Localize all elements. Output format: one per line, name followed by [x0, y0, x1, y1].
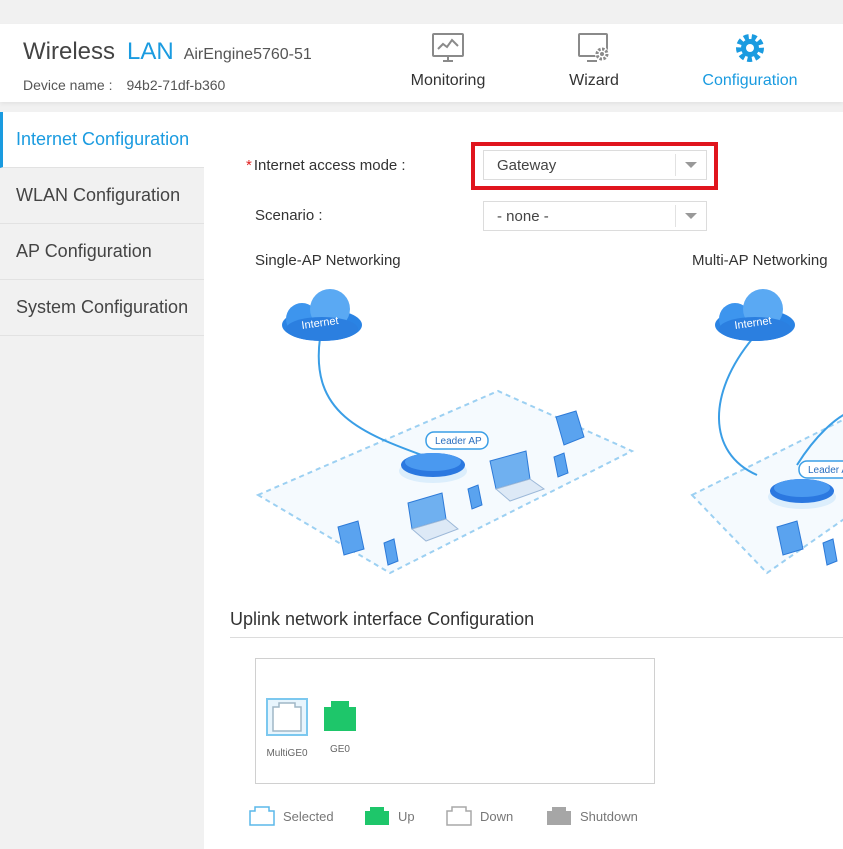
legend-up: Up [364, 806, 415, 828]
scenario-value: - none - [497, 208, 549, 225]
nav-configuration[interactable]: Configuration [685, 32, 815, 90]
legend-selected: Selected [249, 806, 334, 828]
device-name-label: Device name : [23, 77, 113, 93]
brand-wireless: Wireless [23, 38, 116, 65]
main-content: * Internet access mode : Gateway Scenario… [204, 112, 843, 849]
access-mode-label: * Internet access mode : [246, 157, 406, 174]
port-label: MultiGE0 [266, 748, 308, 759]
single-ap-diagram: Internet Leader AP [230, 283, 641, 581]
access-mode-value: Gateway [497, 157, 557, 174]
brand-title: Wireless LAN AirEngine5760-51 [23, 38, 312, 66]
selected-port-icon [249, 806, 275, 826]
nav-wizard[interactable]: Wizard [529, 32, 659, 90]
leader-ap-label: Leader A [808, 465, 843, 476]
selected-port-icon [266, 698, 308, 736]
shutdown-port-icon [547, 807, 571, 825]
legend-label: Shutdown [580, 808, 638, 824]
port-multige0[interactable]: MultiGE0 [265, 697, 309, 759]
scenario-label: Scenario : [255, 207, 323, 224]
select-divider [675, 154, 676, 176]
up-port-icon [365, 807, 389, 825]
monitor-gear-icon [578, 33, 609, 62]
uplink-section-title: Uplink network interface Configuration [230, 609, 535, 629]
access-mode-select[interactable]: Gateway [483, 150, 707, 180]
device-name: Device name : 94b2-71df-b360 [23, 77, 225, 93]
sidebar-item-label: WLAN Configuration [16, 185, 181, 205]
multi-ap-diagram: Internet Leader A [667, 283, 843, 581]
legend-label: Selected [283, 808, 334, 824]
legend-shutdown: Shutdown [546, 806, 638, 828]
chevron-down-icon [685, 213, 697, 219]
chevron-down-icon [685, 162, 697, 168]
sidebar-item-system-configuration[interactable]: System Configuration [0, 280, 204, 336]
multi-ap-title: Multi-AP Networking [692, 252, 828, 269]
section-divider [230, 637, 843, 638]
scenario-select[interactable]: - none - [483, 201, 707, 231]
device-name-value: 94b2-71df-b360 [126, 77, 226, 93]
legend-down: Down [446, 806, 513, 828]
down-port-icon [446, 806, 472, 826]
nav-monitoring-label: Monitoring [410, 72, 486, 89]
sidebar-item-label: System Configuration [16, 297, 189, 317]
access-mode-label-text: Internet access mode : [253, 157, 406, 174]
sidebar-item-ap-configuration[interactable]: AP Configuration [0, 224, 204, 280]
top-header: Wireless LAN AirEngine5760-51 Device name … [0, 24, 843, 102]
monitor-chart-icon [432, 33, 464, 62]
leader-ap-label: Leader AP [435, 436, 482, 447]
nav-configuration-label: Configuration [702, 72, 798, 89]
brand-lan: LAN [127, 38, 174, 65]
sidebar-item-wlan-configuration[interactable]: WLAN Configuration [0, 168, 204, 224]
legend-label: Up [398, 808, 415, 824]
nav-wizard-label: Wizard [569, 72, 619, 89]
sidebar-item-label: AP Configuration [16, 241, 152, 261]
gear-icon [736, 34, 764, 62]
sidebar: Internet Configuration WLAN Configuratio… [0, 112, 204, 849]
legend-label: Down [480, 808, 514, 824]
device-model: AirEngine5760-51 [183, 46, 312, 63]
port-ge0[interactable]: GE0 [322, 699, 358, 755]
nav-monitoring[interactable]: Monitoring [383, 32, 513, 90]
single-ap-title: Single-AP Networking [255, 252, 401, 269]
port-label: GE0 [329, 744, 350, 755]
sidebar-item-internet-configuration[interactable]: Internet Configuration [0, 112, 204, 168]
sidebar-item-label: Internet Configuration [16, 129, 190, 149]
select-divider [675, 205, 676, 227]
up-port-icon [324, 701, 356, 731]
port-panel: MultiGE0 GE0 [255, 658, 655, 784]
required-asterisk: * [246, 157, 252, 174]
